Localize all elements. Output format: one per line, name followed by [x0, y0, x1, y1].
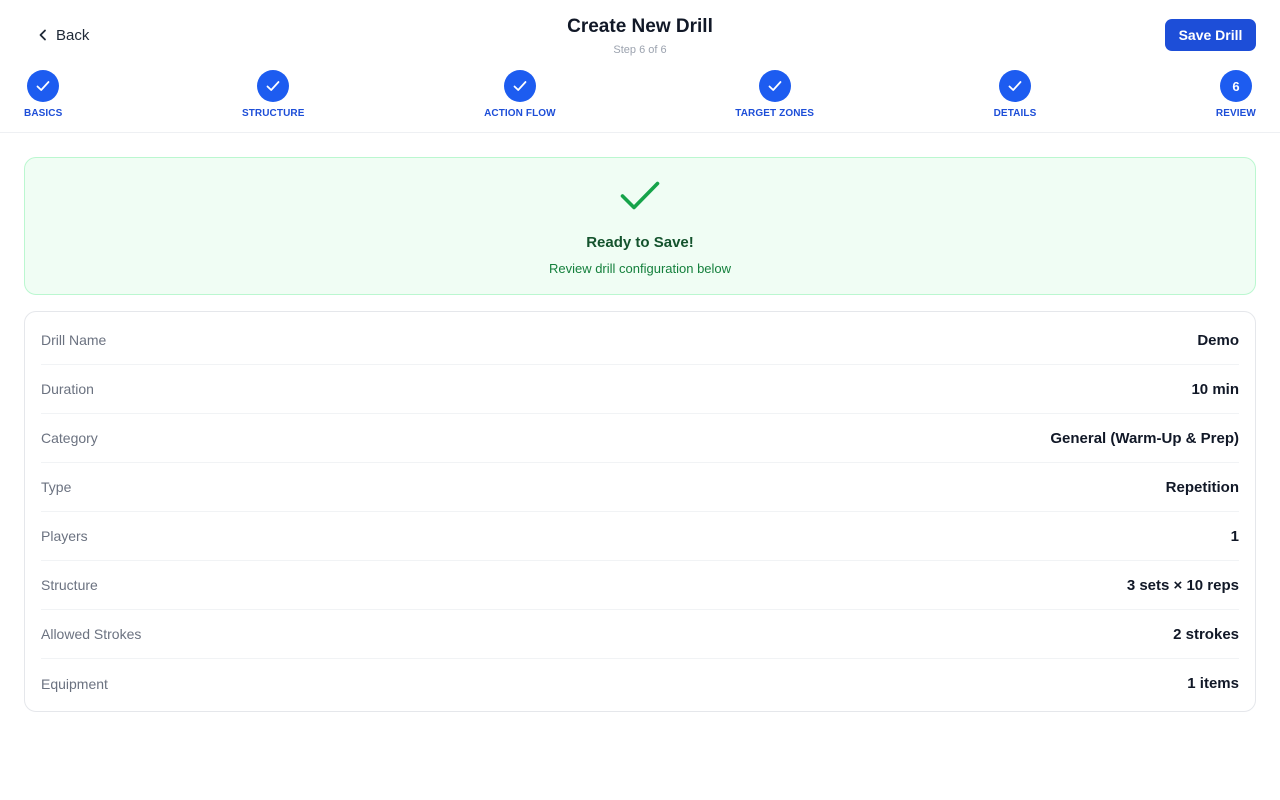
- row-label: Structure: [41, 577, 98, 593]
- row-label: Allowed Strokes: [41, 626, 142, 642]
- row-label: Players: [41, 528, 88, 544]
- step-complete-circle: [758, 70, 791, 102]
- summary-row-category: Category General (Warm-Up & Prep): [41, 414, 1239, 463]
- row-value: 3 sets × 10 reps: [1126, 576, 1239, 594]
- row-label: Duration: [41, 381, 94, 397]
- summary-row-structure: Structure 3 sets × 10 reps: [41, 561, 1239, 610]
- row-value: 10 min: [1191, 380, 1239, 398]
- check-icon: [768, 80, 782, 92]
- step-label: TARGET ZONES: [735, 108, 815, 119]
- summary-row-allowed-strokes: Allowed Strokes 2 strokes: [41, 610, 1239, 659]
- step-complete-circle: [503, 70, 536, 102]
- step-label: ACTION FLOW: [484, 108, 556, 119]
- check-icon: [513, 80, 527, 92]
- row-label: Equipment: [41, 675, 108, 692]
- title-block: Create New Drill Step 6 of 6: [0, 15, 1280, 57]
- row-value: Repetition: [1165, 478, 1239, 496]
- row-value: 1 items: [1187, 675, 1239, 692]
- row-label: Type: [41, 479, 72, 495]
- save-drill-button[interactable]: Save Drill: [1165, 19, 1256, 51]
- row-label: Drill Name: [41, 332, 107, 348]
- step-label: STRUCTURE: [241, 108, 305, 119]
- summary-card: Drill Name Demo Duration 10 min Category…: [24, 311, 1256, 712]
- step-current-circle: 6: [1219, 70, 1252, 102]
- check-icon: [1008, 80, 1022, 92]
- step-structure[interactable]: STRUCTURE: [242, 70, 305, 122]
- check-icon: [620, 180, 660, 217]
- step-complete-circle: [257, 70, 290, 102]
- page-title: Create New Drill: [567, 16, 713, 37]
- row-value: Demo: [1197, 331, 1239, 349]
- step-label: BASICS: [24, 108, 63, 119]
- step-label: DETAILS: [993, 108, 1037, 119]
- summary-row-players: Players 1: [41, 512, 1239, 561]
- row-value: 1: [1230, 527, 1239, 545]
- summary-row-drill-name: Drill Name Demo: [41, 316, 1239, 365]
- step-basics[interactable]: BASICS: [24, 70, 62, 122]
- step-complete-circle: [998, 70, 1031, 102]
- ready-title: Ready to Save!: [586, 234, 694, 251]
- step-target-zones[interactable]: TARGET ZONES: [735, 70, 814, 122]
- summary-row-duration: Duration 10 min: [41, 365, 1239, 414]
- row-label: Category: [41, 430, 98, 446]
- ready-panel: Ready to Save! Review drill configuratio…: [24, 157, 1256, 295]
- stepper: BASICS STRUCTURE ACTION FLOW TARGET ZONE…: [24, 70, 1256, 122]
- summary-row-type: Type Repetition: [41, 463, 1239, 512]
- row-value: 2 strokes: [1173, 625, 1239, 643]
- step-label: REVIEW: [1215, 108, 1256, 119]
- page-header: Back Create New Drill Step 6 of 6 Save D…: [0, 0, 1280, 133]
- ready-subtitle: Review drill configuration below: [548, 261, 732, 276]
- step-action-flow[interactable]: ACTION FLOW: [484, 70, 556, 122]
- check-icon: [266, 80, 280, 92]
- summary-row-equipment: Equipment 1 items: [41, 659, 1239, 708]
- row-value: General (Warm-Up & Prep): [1050, 429, 1239, 447]
- step-indicator: Step 6 of 6: [613, 44, 667, 56]
- check-icon: [36, 80, 50, 92]
- step-complete-circle: [27, 70, 60, 102]
- step-review[interactable]: 6 REVIEW: [1216, 70, 1256, 122]
- step-details[interactable]: DETAILS: [994, 70, 1037, 122]
